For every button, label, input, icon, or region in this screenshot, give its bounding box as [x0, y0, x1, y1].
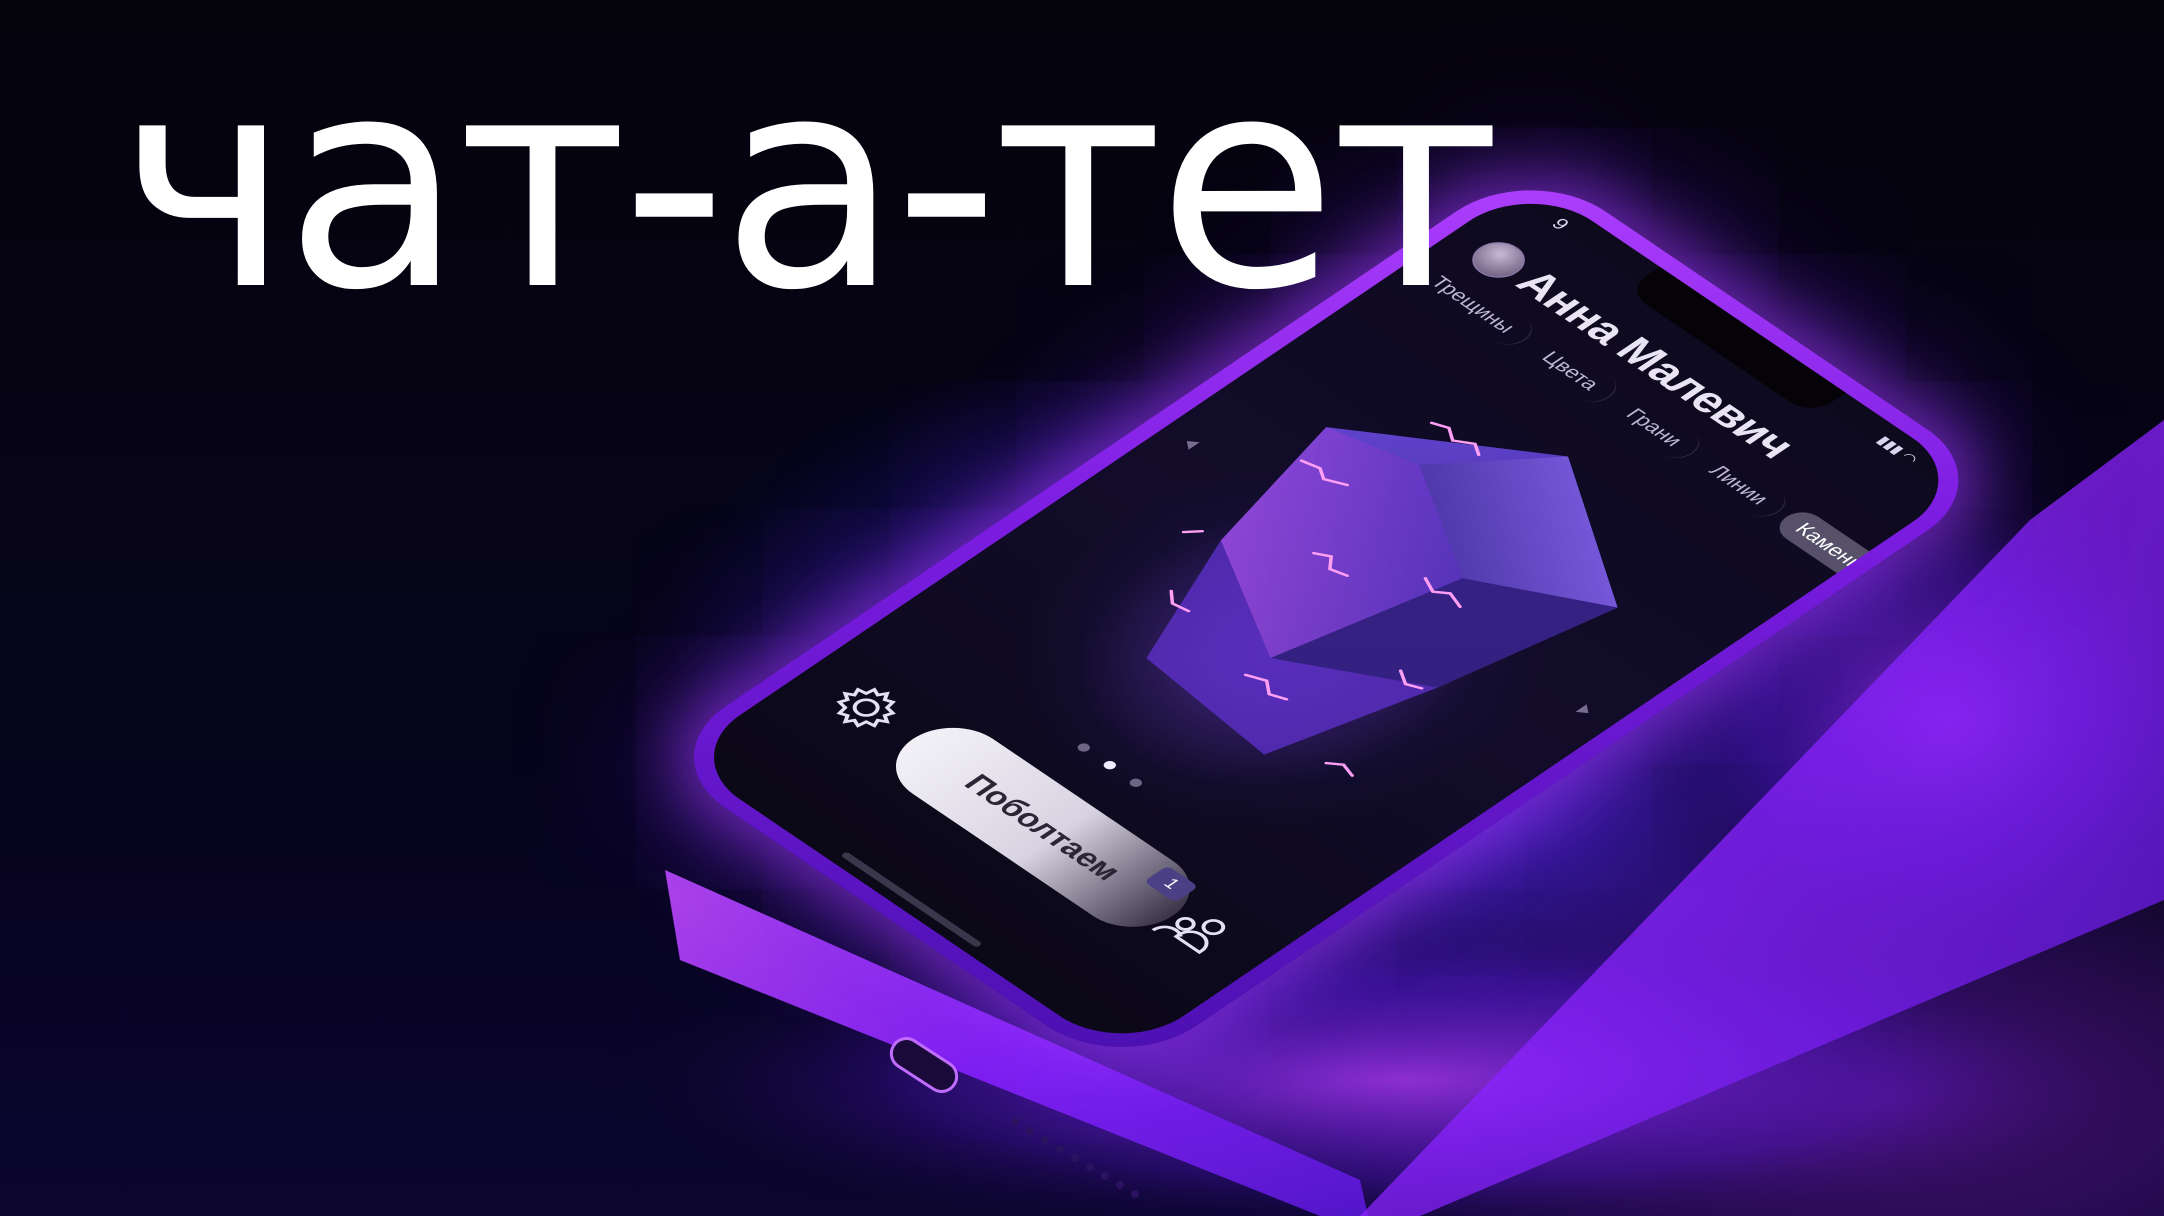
status-time: 9	[1546, 214, 1575, 234]
page-dot-active[interactable]	[1101, 759, 1119, 772]
chat-button-label: Поболтаем	[957, 768, 1130, 886]
page-dot[interactable]	[1127, 776, 1145, 789]
prev-arrow-icon[interactable]	[1181, 437, 1200, 450]
tab-stone[interactable]: Камень	[1769, 505, 1890, 587]
page-dot[interactable]	[1075, 741, 1093, 754]
crystal-artwork	[1146, 421, 1618, 777]
promo-canvas: 9 ▮▮▮ ◠ Анна Малевич Трещины Цвета Грани…	[0, 0, 2164, 1216]
gear-icon[interactable]	[810, 670, 922, 746]
tab-lines[interactable]: Линии	[1683, 447, 1795, 523]
page-indicator	[1075, 741, 1145, 789]
headline-title: чат-а-тет	[118, 14, 1501, 354]
next-arrow-icon[interactable]	[1575, 704, 1595, 717]
